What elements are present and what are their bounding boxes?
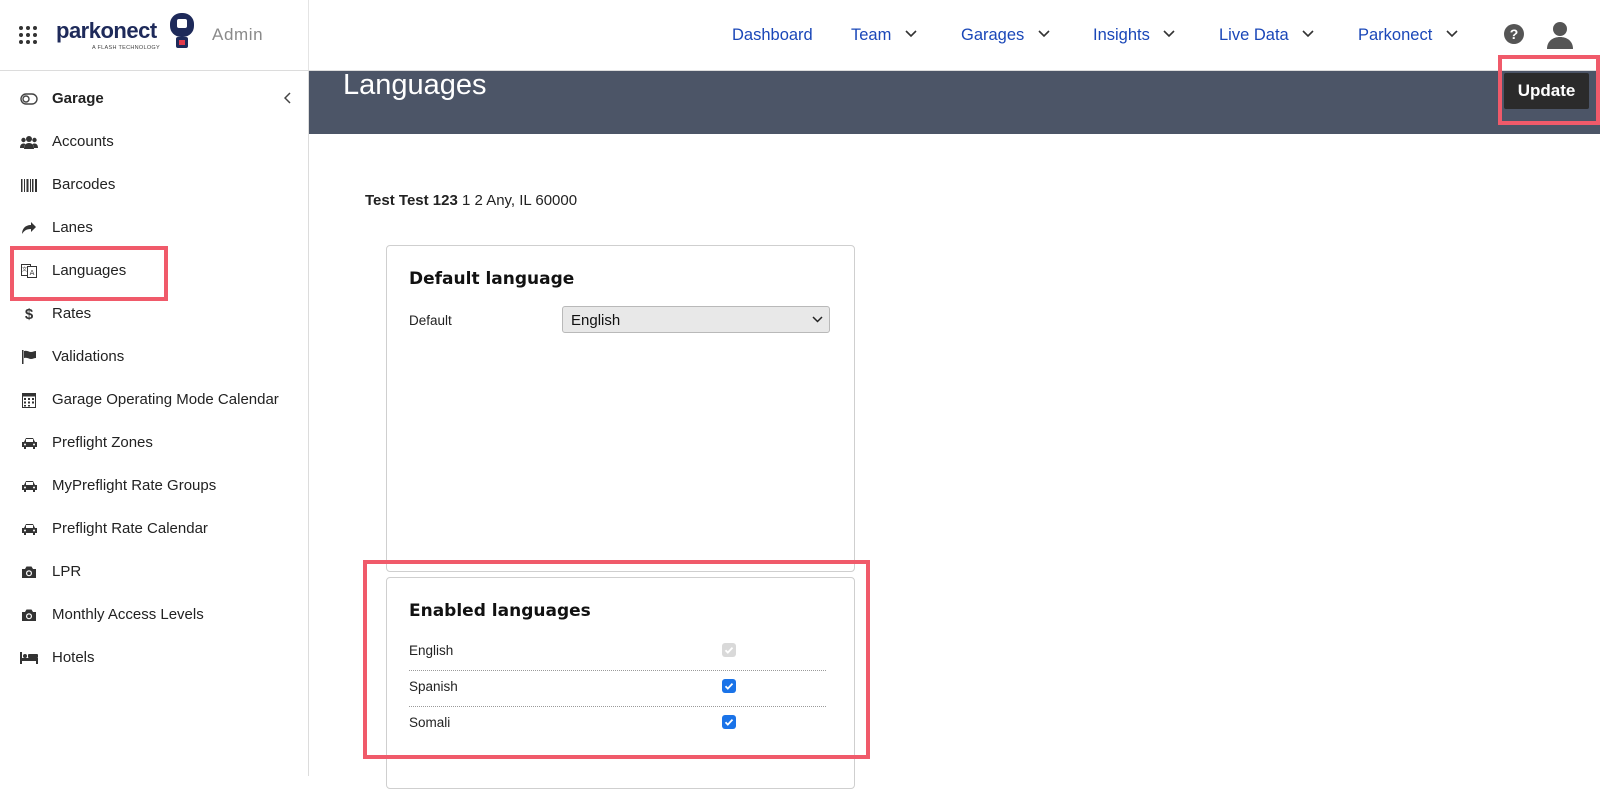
nav-team[interactable]: Team: [851, 26, 917, 45]
users-icon: [20, 134, 38, 150]
chevron-left-icon[interactable]: [283, 91, 292, 107]
top-navbar: parkonect A FLASH TECHNOLOGY Admin Dashb…: [0, 0, 1600, 71]
car-icon: [20, 521, 38, 537]
sidebar-item-label: MyPreflight Rate Groups: [52, 477, 217, 494]
sidebar-item-label: Lanes: [52, 219, 93, 236]
sidebar: Garage Accounts Barcodes Lanes A文 Langua…: [0, 71, 309, 776]
sidebar-item-accounts[interactable]: Accounts: [0, 122, 308, 162]
sidebar-item-label: Preflight Rate Calendar: [52, 520, 208, 537]
language-row-somali: Somali: [409, 706, 826, 742]
language-checkbox-spanish[interactable]: [722, 679, 736, 693]
bed-icon: [20, 650, 38, 666]
car-icon: [20, 478, 38, 494]
language-row-english: English: [409, 634, 826, 671]
chevron-down-icon: [812, 316, 823, 323]
logo-subtitle: A FLASH TECHNOLOGY: [92, 45, 160, 51]
topbar-divider: [308, 0, 309, 70]
svg-text:A: A: [30, 269, 35, 277]
camera-icon: [20, 607, 38, 623]
svg-text:文: 文: [22, 266, 27, 273]
nav-garages[interactable]: Garages: [961, 26, 1050, 45]
nav-live-data-label: Live Data: [1219, 26, 1289, 44]
nav-parkonect-label: Parkonect: [1358, 26, 1433, 44]
sidebar-item-label: Accounts: [52, 133, 114, 150]
sidebar-item-validations[interactable]: Validations: [0, 337, 308, 377]
language-name: Spanish: [409, 679, 458, 694]
chevron-down-icon: [905, 30, 917, 38]
camera-icon: [20, 564, 38, 580]
sidebar-item-label: LPR: [52, 563, 82, 580]
svg-text:?: ?: [1510, 26, 1519, 42]
nav-live-data[interactable]: Live Data: [1219, 26, 1314, 45]
admin-label: Admin: [212, 25, 264, 44]
update-button[interactable]: Update: [1504, 73, 1589, 109]
language-checkbox-english[interactable]: [722, 643, 736, 657]
chevron-down-icon: [1163, 30, 1176, 38]
garage-address: Test Test 123 1 2 Any, IL 60000: [365, 192, 577, 209]
default-language-value: English: [571, 312, 621, 329]
sidebar-item-label: Monthly Access Levels: [52, 606, 204, 623]
enabled-languages-card: Enabled languages English Spanish Somali: [386, 577, 855, 789]
default-language-select[interactable]: English: [562, 306, 830, 333]
chevron-down-icon: [1446, 30, 1458, 38]
default-language-title: Default language: [409, 269, 575, 289]
nav-dashboard-label: Dashboard: [732, 26, 813, 44]
sidebar-item-label: Rates: [52, 305, 92, 322]
language-icon: A文: [20, 263, 38, 279]
sidebar-item-monthly-access-levels[interactable]: Monthly Access Levels: [0, 595, 308, 635]
language-checkbox-somali[interactable]: [722, 715, 736, 729]
sidebar-item-lpr[interactable]: LPR: [0, 552, 308, 592]
sidebar-item-label: Hotels: [52, 649, 95, 666]
sidebar-item-label: Garage Operating Mode Calendar: [52, 391, 279, 408]
barcode-icon: [20, 177, 38, 193]
logo-text: parkonect: [56, 18, 157, 43]
page-header: Languages: [309, 69, 1600, 134]
sidebar-item-lanes[interactable]: Lanes: [0, 208, 308, 248]
calendar-icon: [20, 392, 38, 408]
sidebar-item-languages[interactable]: A文 Languages: [0, 251, 308, 291]
apps-grid-icon[interactable]: [18, 25, 38, 45]
nav-dashboard[interactable]: Dashboard: [732, 26, 813, 45]
language-name: English: [409, 643, 454, 658]
sidebar-item-label: Validations: [52, 348, 125, 365]
nav-insights[interactable]: Insights: [1093, 26, 1176, 45]
sidebar-item-label: Preflight Zones: [52, 434, 153, 451]
parking-meter-logo-icon: [170, 13, 194, 48]
default-language-card: Default language Default English: [386, 245, 855, 572]
sidebar-item-operating-mode-calendar[interactable]: Garage Operating Mode Calendar: [0, 380, 308, 420]
help-icon[interactable]: ?: [1503, 23, 1525, 45]
sidebar-header-garage[interactable]: Garage: [0, 79, 308, 119]
language-name: Somali: [409, 715, 451, 730]
default-field-label: Default: [409, 313, 452, 328]
sidebar-item-preflight-rate-calendar[interactable]: Preflight Rate Calendar: [0, 509, 308, 549]
share-arrow-icon: [20, 220, 38, 236]
flag-icon: [20, 349, 38, 365]
sidebar-item-preflight-zones[interactable]: Preflight Zones: [0, 423, 308, 463]
chevron-down-icon: [1038, 30, 1050, 38]
nav-team-label: Team: [851, 26, 892, 44]
chevron-down-icon: [1302, 30, 1314, 38]
sidebar-item-hotels[interactable]: Hotels: [0, 638, 308, 678]
sidebar-header-label: Garage: [52, 90, 104, 107]
garage-name: Test Test 123: [365, 192, 458, 209]
dollar-icon: $: [24, 305, 34, 323]
car-icon: [20, 435, 38, 451]
garage-street: 1 2 Any, IL 60000: [457, 192, 578, 209]
page-title: Languages: [343, 69, 487, 101]
user-account-icon[interactable]: [1545, 20, 1575, 50]
nav-parkonect[interactable]: Parkonect: [1358, 26, 1458, 45]
language-row-spanish: Spanish: [409, 670, 826, 707]
sidebar-item-mypreflight-rate-groups[interactable]: MyPreflight Rate Groups: [0, 466, 308, 506]
enabled-languages-title: Enabled languages: [409, 601, 591, 621]
sidebar-item-rates[interactable]: $ Rates: [0, 294, 308, 334]
sidebar-item-label: Barcodes: [52, 176, 116, 193]
parkonect-logo[interactable]: parkonect A FLASH TECHNOLOGY: [56, 12, 201, 56]
nav-insights-label: Insights: [1093, 26, 1150, 44]
sidebar-item-label: Languages: [52, 262, 127, 279]
sidebar-item-barcodes[interactable]: Barcodes: [0, 165, 308, 205]
nav-garages-label: Garages: [961, 26, 1025, 44]
toggle-icon: [20, 91, 38, 107]
